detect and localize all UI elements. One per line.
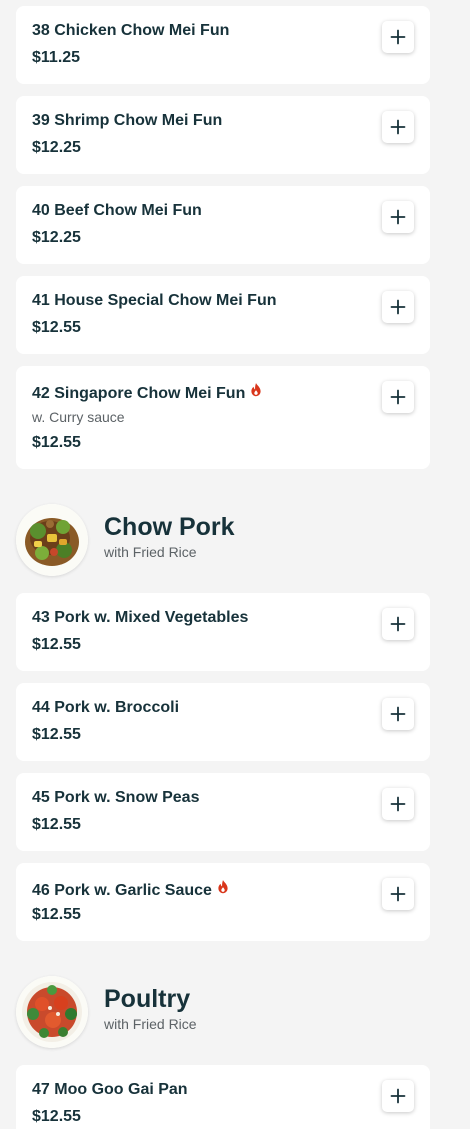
poultry-dish-illustration: [16, 976, 88, 1048]
item-description: w. Curry sauce: [32, 409, 125, 425]
add-to-cart-button[interactable]: [382, 878, 414, 910]
item-name: 41 House Special Chow Mei Fun: [32, 292, 277, 309]
item-price: $12.55: [32, 1108, 81, 1125]
add-to-cart-button[interactable]: [382, 201, 414, 233]
menu-item-card[interactable]: 38 Chicken Chow Mei Fun $11.25: [16, 6, 430, 84]
add-to-cart-button[interactable]: [382, 1080, 414, 1112]
item-price: $12.55: [32, 434, 81, 451]
section-food-image: [16, 976, 88, 1048]
menu-item-card[interactable]: 41 House Special Chow Mei Fun $12.55: [16, 276, 430, 354]
menu-item-card[interactable]: 46 Pork w. Garlic Sauce $12.55: [16, 863, 430, 941]
menu-item-card[interactable]: 40 Beef Chow Mei Fun $12.25: [16, 186, 430, 264]
section-header-chow-pork: Chow Pork with Fried Rice: [16, 504, 430, 578]
menu-item-card[interactable]: 44 Pork w. Broccoli $12.55: [16, 683, 430, 761]
menu-item-card[interactable]: 39 Shrimp Chow Mei Fun $12.25: [16, 96, 430, 174]
section-header-poultry: Poultry with Fried Rice: [16, 976, 430, 1050]
plus-icon: [390, 209, 406, 225]
item-price: $12.55: [32, 816, 81, 833]
item-price: $12.55: [32, 726, 81, 743]
item-name: 46 Pork w. Garlic Sauce: [32, 879, 229, 900]
section-food-image: [16, 504, 88, 576]
item-name: 42 Singapore Chow Mei Fun: [32, 382, 262, 403]
plus-icon: [390, 1088, 406, 1104]
item-price: $11.25: [32, 49, 81, 66]
plus-icon: [390, 389, 406, 405]
section-title: Chow Pork: [104, 513, 235, 541]
item-name: 40 Beef Chow Mei Fun: [32, 202, 202, 219]
plus-icon: [390, 29, 406, 45]
plus-icon: [390, 706, 406, 722]
add-to-cart-button[interactable]: [382, 698, 414, 730]
menu-item-card[interactable]: 43 Pork w. Mixed Vegetables $12.55: [16, 593, 430, 671]
item-name: 43 Pork w. Mixed Vegetables: [32, 609, 249, 626]
item-name: 47 Moo Goo Gai Pan: [32, 1081, 188, 1098]
item-name-text: 46 Pork w. Garlic Sauce: [32, 882, 212, 899]
menu-item-card[interactable]: 45 Pork w. Snow Peas $12.55: [16, 773, 430, 851]
item-price: $12.25: [32, 229, 81, 246]
item-name-text: 42 Singapore Chow Mei Fun: [32, 385, 246, 402]
menu-item-card[interactable]: 47 Moo Goo Gai Pan $12.55: [16, 1065, 430, 1129]
section-title: Poultry: [104, 985, 191, 1013]
plus-icon: [390, 796, 406, 812]
add-to-cart-button[interactable]: [382, 21, 414, 53]
item-price: $12.55: [32, 636, 81, 653]
section-subtitle: with Fried Rice: [104, 544, 197, 560]
item-name: 39 Shrimp Chow Mei Fun: [32, 112, 223, 129]
pork-dish-illustration: [16, 504, 88, 576]
add-to-cart-button[interactable]: [382, 291, 414, 323]
menu-page: 38 Chicken Chow Mei Fun $11.25 39 Shrimp…: [0, 0, 470, 1129]
item-price: $12.55: [32, 319, 81, 336]
menu-item-card[interactable]: 42 Singapore Chow Mei Fun w. Curry sauce…: [16, 366, 430, 469]
item-name: 45 Pork w. Snow Peas: [32, 789, 200, 806]
add-to-cart-button[interactable]: [382, 111, 414, 143]
flame-icon: [218, 880, 228, 894]
item-price: $12.25: [32, 139, 81, 156]
item-name: 44 Pork w. Broccoli: [32, 699, 180, 716]
add-to-cart-button[interactable]: [382, 788, 414, 820]
section-subtitle: with Fried Rice: [104, 1016, 197, 1032]
item-price: $12.55: [32, 906, 81, 923]
flame-icon: [251, 383, 261, 397]
plus-icon: [390, 616, 406, 632]
add-to-cart-button[interactable]: [382, 381, 414, 413]
plus-icon: [390, 886, 406, 902]
plus-icon: [390, 119, 406, 135]
add-to-cart-button[interactable]: [382, 608, 414, 640]
plus-icon: [390, 299, 406, 315]
item-name: 38 Chicken Chow Mei Fun: [32, 22, 230, 39]
